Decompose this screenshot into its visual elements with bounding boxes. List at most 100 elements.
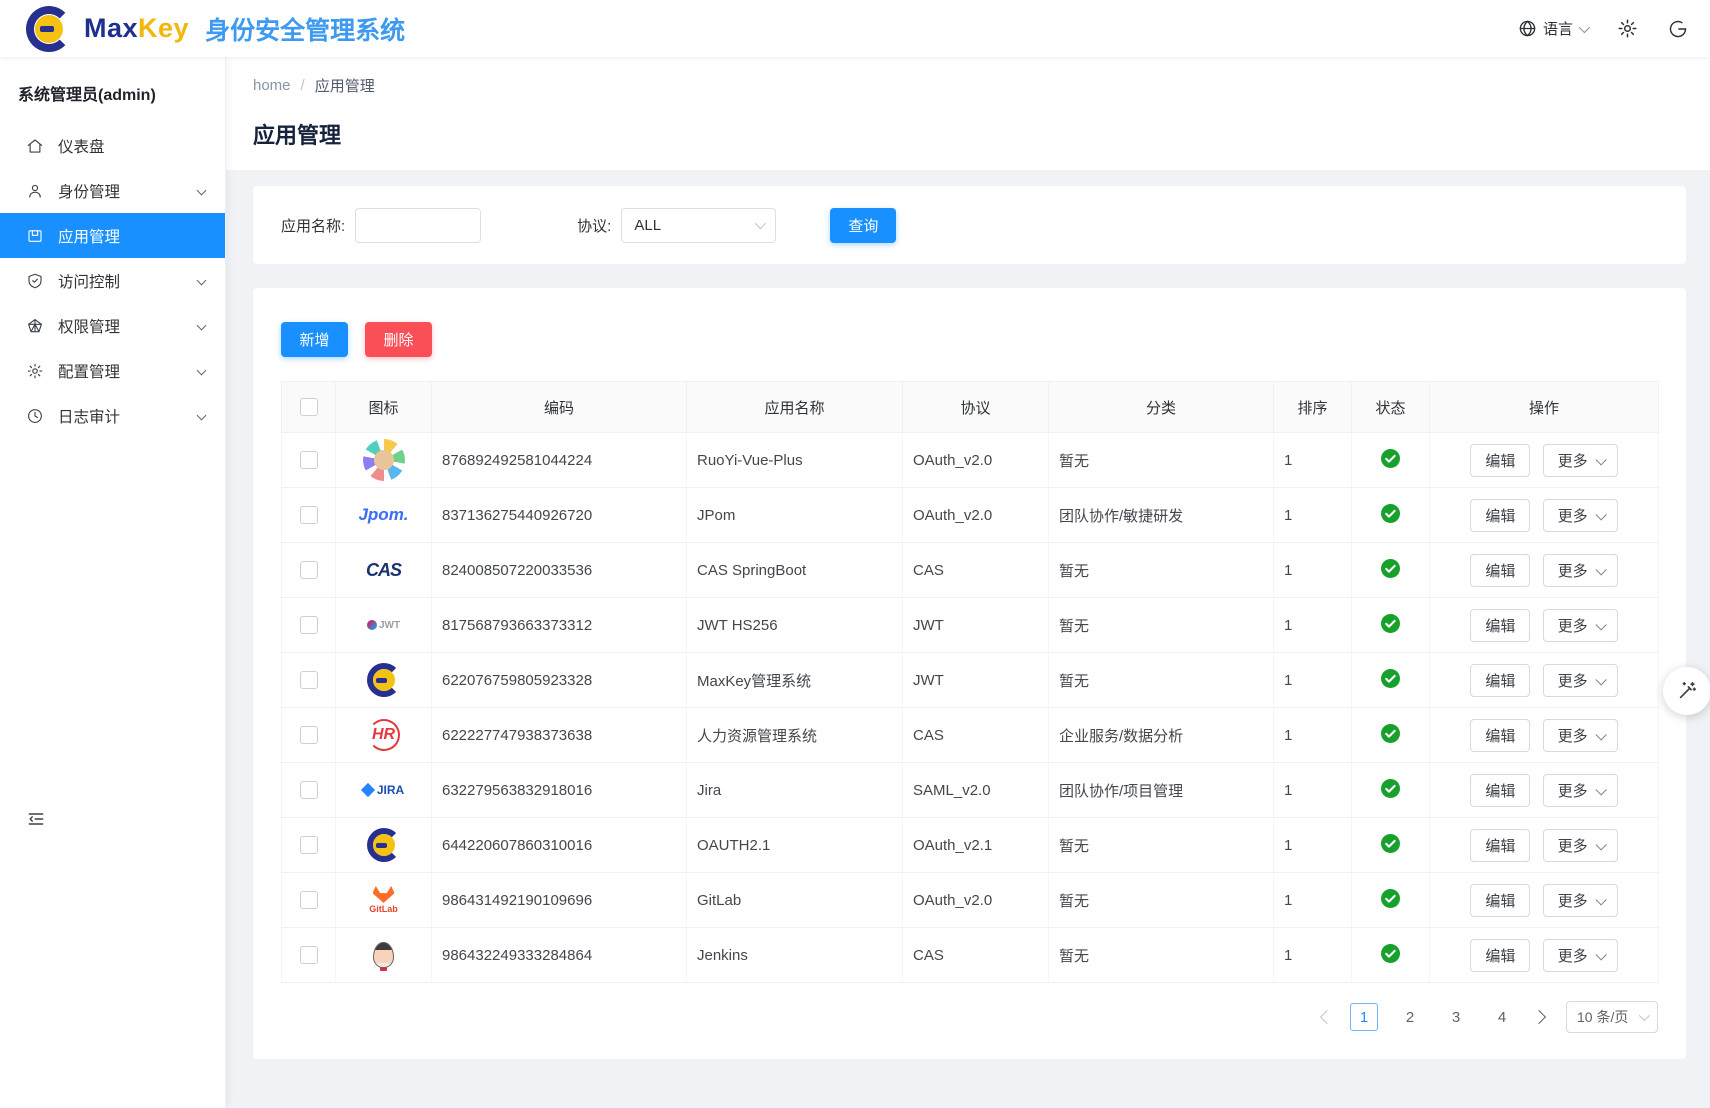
app-name-label: 应用名称: xyxy=(281,215,345,236)
app-sort: 1 xyxy=(1274,763,1352,818)
edit-button[interactable]: 编辑 xyxy=(1470,609,1530,642)
app-code: 837136275440926720 xyxy=(432,488,687,543)
sidebar-item-label: 日志审计 xyxy=(58,405,120,427)
more-button[interactable]: 更多 xyxy=(1543,609,1618,642)
sidebar-item-label: 应用管理 xyxy=(58,225,120,247)
chevron-down-icon xyxy=(1595,894,1606,905)
previous-page-icon[interactable] xyxy=(1320,1010,1334,1024)
more-button[interactable]: 更多 xyxy=(1543,939,1618,972)
sidebar-collapse-button[interactable] xyxy=(26,809,46,834)
edit-button[interactable]: 编辑 xyxy=(1470,884,1530,917)
row-checkbox[interactable] xyxy=(300,561,318,579)
sidebar-item-audit-log[interactable]: 日志审计 xyxy=(0,393,225,438)
app-category: 暂无 xyxy=(1049,433,1274,488)
globe-icon xyxy=(1518,19,1537,38)
row-checkbox[interactable] xyxy=(300,506,318,524)
app-name: CAS SpringBoot xyxy=(687,543,903,598)
add-button[interactable]: 新增 xyxy=(281,322,348,357)
column-header-actions: 操作 xyxy=(1430,382,1659,433)
more-button[interactable]: 更多 xyxy=(1543,774,1618,807)
app-code: 824008507220033536 xyxy=(432,543,687,598)
app-sort: 1 xyxy=(1274,653,1352,708)
page-button-3[interactable]: 3 xyxy=(1442,1003,1470,1031)
page-numbers: 1234 xyxy=(1350,1003,1516,1031)
breadcrumb-current: 应用管理 xyxy=(315,75,375,96)
sidebar-item-access-control[interactable]: 访问控制 xyxy=(0,258,225,303)
app-code: 644220607860310016 xyxy=(432,818,687,873)
more-button[interactable]: 更多 xyxy=(1543,884,1618,917)
page-button-1[interactable]: 1 xyxy=(1350,1003,1378,1031)
edit-button[interactable]: 编辑 xyxy=(1470,664,1530,697)
row-checkbox[interactable] xyxy=(300,671,318,689)
gear-icon xyxy=(1617,18,1638,39)
row-checkbox[interactable] xyxy=(300,946,318,964)
app-logo-maxkey xyxy=(367,828,401,862)
app-code: 876892492581044224 xyxy=(432,433,687,488)
row-checkbox[interactable] xyxy=(300,891,318,909)
sidebar-item-applications[interactable]: 应用管理 xyxy=(0,213,225,258)
row-checkbox[interactable] xyxy=(300,836,318,854)
page-header: home / 应用管理 应用管理 xyxy=(226,57,1710,170)
language-switcher[interactable]: 语言 xyxy=(1518,18,1587,39)
floating-tool-button[interactable] xyxy=(1663,667,1710,715)
app-protocol: CAS xyxy=(903,543,1049,598)
sidebar-item-dashboard[interactable]: 仪表盘 xyxy=(0,123,225,168)
page-button-4[interactable]: 4 xyxy=(1488,1003,1516,1031)
chevron-down-icon xyxy=(197,321,207,331)
more-button[interactable]: 更多 xyxy=(1543,829,1618,862)
page-size-value: 10 条/页 xyxy=(1577,1007,1628,1027)
table-row: 986432249333284864 Jenkins CAS 暂无 1 编辑 更… xyxy=(282,928,1659,983)
edit-button[interactable]: 编辑 xyxy=(1470,554,1530,587)
delete-button[interactable]: 删除 xyxy=(365,322,432,357)
edit-button[interactable]: 编辑 xyxy=(1470,719,1530,752)
edit-button[interactable]: 编辑 xyxy=(1470,939,1530,972)
status-active-icon xyxy=(1381,449,1400,468)
row-checkbox[interactable] xyxy=(300,451,318,469)
column-header-sort: 排序 xyxy=(1274,382,1352,433)
edit-button[interactable]: 编辑 xyxy=(1470,774,1530,807)
sidebar-item-permissions[interactable]: 权限管理 xyxy=(0,303,225,348)
more-button[interactable]: 更多 xyxy=(1543,719,1618,752)
app-protocol: JWT xyxy=(903,653,1049,708)
sidebar-item-label: 访问控制 xyxy=(58,270,120,292)
sidebar-item-configuration[interactable]: 配置管理 xyxy=(0,348,225,393)
more-button[interactable]: 更多 xyxy=(1543,444,1618,477)
edit-button[interactable]: 编辑 xyxy=(1470,444,1530,477)
app-protocol: JWT xyxy=(903,598,1049,653)
app-sort: 1 xyxy=(1274,708,1352,763)
breadcrumb: home / 应用管理 xyxy=(253,75,1710,96)
table-row: JIRA 632279563832918016 Jira SAML_v2.0 团… xyxy=(282,763,1659,818)
settings-button[interactable] xyxy=(1617,18,1638,39)
protocol-select[interactable]: ALL xyxy=(621,208,776,243)
app-name-input[interactable] xyxy=(355,208,481,243)
row-checkbox[interactable] xyxy=(300,616,318,634)
edit-button[interactable]: 编辑 xyxy=(1470,499,1530,532)
sidebar-item-label: 仪表盘 xyxy=(58,135,105,157)
app-logo-hr: HR xyxy=(363,714,405,756)
main-content: home / 应用管理 应用管理 应用名称: 协议: ALL 查询 新增 xyxy=(226,57,1710,1108)
next-page-icon[interactable] xyxy=(1532,1010,1546,1024)
chevron-down-icon xyxy=(197,411,207,421)
search-button[interactable]: 查询 xyxy=(830,208,896,243)
row-checkbox[interactable] xyxy=(300,781,318,799)
page-button-2[interactable]: 2 xyxy=(1396,1003,1424,1031)
app-category: 暂无 xyxy=(1049,928,1274,983)
app-name: Jira xyxy=(687,763,903,818)
more-button[interactable]: 更多 xyxy=(1543,554,1618,587)
more-button[interactable]: 更多 xyxy=(1543,664,1618,697)
logout-button[interactable] xyxy=(1668,19,1688,39)
row-checkbox[interactable] xyxy=(300,726,318,744)
column-header-status: 状态 xyxy=(1352,382,1430,433)
pagination: 1234 10 条/页 xyxy=(281,1001,1658,1033)
table-row: CAS 824008507220033536 CAS SpringBoot CA… xyxy=(282,543,1659,598)
chevron-down-icon xyxy=(1595,509,1606,520)
select-all-checkbox[interactable] xyxy=(300,398,318,416)
more-button[interactable]: 更多 xyxy=(1543,499,1618,532)
sidebar-item-identity[interactable]: 身份管理 xyxy=(0,168,225,213)
page-size-select[interactable]: 10 条/页 xyxy=(1566,1001,1658,1033)
table-row: 876892492581044224 RuoYi-Vue-Plus OAuth_… xyxy=(282,433,1659,488)
edit-button[interactable]: 编辑 xyxy=(1470,829,1530,862)
breadcrumb-home-link[interactable]: home xyxy=(253,77,291,94)
app-code: 986432249333284864 xyxy=(432,928,687,983)
status-active-icon xyxy=(1381,779,1400,798)
